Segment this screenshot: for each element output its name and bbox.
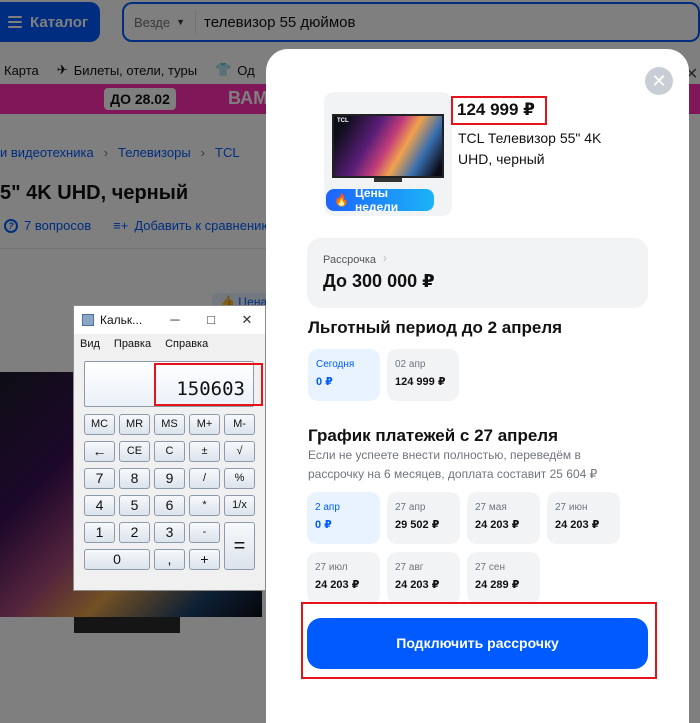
close-icon[interactable]: ✕ — [229, 312, 265, 328]
key-7[interactable]: 7 — [84, 468, 115, 489]
tile-date: 27 июн — [555, 502, 588, 513]
tile-date: 27 мая — [475, 502, 507, 513]
schedule-title: График платежей с 27 апреля — [308, 426, 559, 445]
calculator-menu: Вид Правка Справка — [74, 334, 265, 354]
schedule-note: Если не успеете внести полностью, переве… — [308, 448, 598, 481]
schedule-tile: 27 мая 24 203 ₽ — [467, 492, 540, 544]
menu-edit[interactable]: Правка — [114, 338, 151, 350]
calculator-icon — [82, 314, 94, 326]
calculator-keypad: MC MR MS M+ M- ← CE C ± √ 7 8 9 / % 4 5 … — [84, 414, 257, 584]
key-0[interactable]: 0 — [84, 549, 150, 570]
schedule-tile: 27 авг 24 203 ₽ — [387, 552, 460, 604]
key-sqrt[interactable]: √ — [224, 441, 255, 462]
key-minus[interactable]: - — [189, 522, 220, 543]
key-mminus[interactable]: M- — [224, 414, 255, 435]
tile-date: 27 авг — [395, 562, 424, 573]
week-prices-badge: 🔥 Цены недели — [326, 186, 434, 214]
fire-icon: 🔥 — [334, 193, 349, 207]
maximize-icon[interactable]: □ — [193, 312, 229, 328]
schedule-tile: 27 июл 24 203 ₽ — [307, 552, 380, 604]
product-name: TCL Телевизор 55" 4K UHD, черный — [458, 130, 602, 167]
schedule-tile: 27 сен 24 289 ₽ — [467, 552, 540, 604]
grace-period-title: Льготный период до 2 апреля — [308, 318, 563, 337]
key-reciprocal[interactable]: 1/x — [224, 495, 255, 516]
key-c[interactable]: C — [154, 441, 185, 462]
key-equals[interactable]: = — [224, 522, 255, 570]
calculator-display: 150603 — [84, 361, 254, 407]
tv-image: TCL — [332, 114, 444, 178]
key-3[interactable]: 3 — [154, 522, 185, 543]
key-4[interactable]: 4 — [84, 495, 115, 516]
tile-date: 2 апр — [315, 502, 340, 513]
key-1[interactable]: 1 — [84, 522, 115, 543]
key-multiply[interactable]: * — [189, 495, 220, 516]
tile-date: 27 июл — [315, 562, 348, 573]
key-mc[interactable]: MC — [84, 414, 115, 435]
key-negate[interactable]: ± — [189, 441, 220, 462]
installment-modal: ✕ TCL 🔥 Цены недели 124 999 ₽ TCL Телеви… — [266, 49, 689, 723]
key-mr[interactable]: MR — [119, 414, 150, 435]
menu-help[interactable]: Справка — [165, 338, 208, 350]
close-icon[interactable]: ✕ — [645, 67, 673, 95]
tv-stand — [374, 178, 402, 182]
key-ce[interactable]: CE — [119, 441, 150, 462]
tile-amount: 124 999 ₽ — [395, 376, 446, 388]
grace-tile: 02 апр 124 999 ₽ — [387, 349, 459, 401]
calculator-title: Кальк... — [100, 313, 143, 327]
tile-date: 27 сен — [475, 562, 505, 573]
week-prices-label: Цены недели — [354, 186, 399, 214]
chevron-right-icon: › — [383, 251, 387, 265]
tile-amount: 24 203 ₽ — [555, 519, 600, 531]
key-ms[interactable]: MS — [154, 414, 185, 435]
tile-date: 27 апр — [395, 502, 426, 513]
key-comma[interactable]: , — [154, 549, 185, 570]
calculator-window[interactable]: Кальк... ─ □ ✕ Вид Правка Справка 150603… — [73, 305, 266, 591]
tile-date: 02 апр — [395, 359, 426, 370]
key-divide[interactable]: / — [189, 468, 220, 489]
key-backspace[interactable]: ← — [84, 441, 115, 462]
minimize-icon[interactable]: ─ — [157, 312, 193, 328]
schedule-tile: 27 июн 24 203 ₽ — [547, 492, 620, 544]
schedule-tile: 27 апр 29 502 ₽ — [387, 492, 460, 544]
key-5[interactable]: 5 — [119, 495, 150, 516]
tile-amount: 24 203 ₽ — [475, 519, 520, 531]
key-mplus[interactable]: M+ — [189, 414, 220, 435]
connect-installment-button[interactable]: Подключить рассрочку — [307, 618, 648, 669]
window-controls: ─ □ ✕ — [157, 312, 265, 328]
product-thumbnail: TCL 🔥 Цены недели — [324, 92, 452, 216]
key-percent[interactable]: % — [224, 468, 255, 489]
tile-amount: 24 289 ₽ — [475, 579, 520, 591]
menu-view[interactable]: Вид — [80, 338, 100, 350]
calculator-titlebar[interactable]: Кальк... ─ □ ✕ — [74, 306, 265, 334]
product-price: 124 999 ₽ — [457, 100, 536, 119]
installment-card[interactable]: Рассрочка › До 300 000 ₽ — [307, 238, 648, 308]
tile-amount: 0 ₽ — [316, 376, 333, 388]
tile-amount: 0 ₽ — [315, 519, 332, 531]
key-9[interactable]: 9 — [154, 468, 185, 489]
tile-amount: 24 203 ₽ — [395, 579, 440, 591]
key-2[interactable]: 2 — [119, 522, 150, 543]
key-6[interactable]: 6 — [154, 495, 185, 516]
tile-amount: 24 203 ₽ — [315, 579, 360, 591]
installment-limit: До 300 000 ₽ — [323, 271, 435, 291]
grace-tile: Сегодня 0 ₽ — [308, 349, 380, 401]
tile-date: Сегодня — [316, 359, 355, 370]
installment-label: Рассрочка — [323, 254, 376, 266]
key-plus[interactable]: + — [189, 549, 220, 570]
tile-amount: 29 502 ₽ — [395, 519, 440, 531]
schedule-tile: 2 апр 0 ₽ — [307, 492, 380, 544]
key-8[interactable]: 8 — [119, 468, 150, 489]
